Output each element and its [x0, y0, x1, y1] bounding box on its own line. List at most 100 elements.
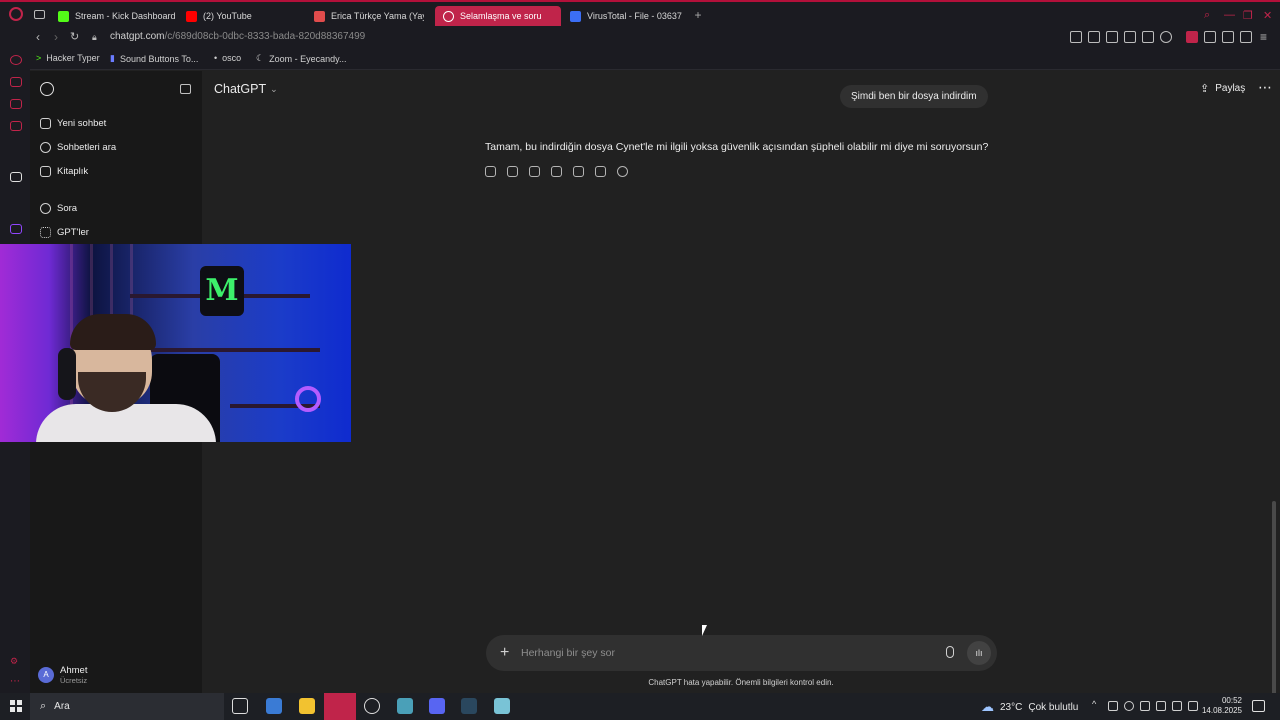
share-icon[interactable]: [1222, 31, 1234, 43]
menu-icon[interactable]: ≡: [1260, 30, 1267, 44]
maximize-icon[interactable]: ❐: [1243, 9, 1253, 22]
bookmark-osco[interactable]: • osco: [214, 53, 241, 63]
more-sidebar-icon[interactable]: ⋯: [10, 676, 20, 687]
clock[interactable]: 00:52 14.08.2025: [1200, 696, 1242, 716]
volume-icon[interactable]: [1188, 701, 1198, 711]
openai-logo-icon[interactable]: [40, 82, 54, 96]
thumbs-down-icon[interactable]: [529, 166, 540, 177]
notification-icon[interactable]: [1252, 700, 1265, 712]
bookmark-label: Sound Buttons To...: [119, 53, 199, 64]
task-view-icon[interactable]: [232, 698, 248, 714]
model-selector[interactable]: ChatGPT ⌄: [214, 82, 278, 96]
pin-icon[interactable]: [1088, 31, 1100, 43]
network-icon[interactable]: [1156, 701, 1166, 711]
user-message: Şimdi ben bir dosya indirdim: [840, 85, 988, 108]
time: 00:52: [1221, 696, 1242, 705]
adblock-icon[interactable]: [1124, 31, 1136, 43]
settings-icon[interactable]: ⚙: [10, 656, 22, 666]
minimize-icon[interactable]: —: [1224, 9, 1235, 21]
workspaces-icon[interactable]: [34, 10, 45, 19]
opera-logo-icon[interactable]: [9, 7, 23, 21]
voice-mode-button[interactable]: ılı: [967, 641, 991, 665]
heart-icon[interactable]: [1160, 31, 1172, 43]
obs-icon[interactable]: [364, 698, 380, 714]
twitch-icon[interactable]: [10, 224, 22, 234]
chevron-up-icon[interactable]: ^: [1092, 699, 1102, 709]
tab-label: Selamlaşma ve soru: [460, 11, 542, 21]
reload-icon[interactable]: ↻: [70, 30, 79, 43]
speaker-icon[interactable]: [1172, 701, 1182, 711]
sidebar-item-library[interactable]: Kitaplık: [40, 166, 88, 177]
url-field[interactable]: chatgpt.com/c/689d08cb-0dbc-8333-bada-82…: [110, 31, 365, 42]
download-icon[interactable]: [1240, 31, 1252, 43]
split-view-icon[interactable]: [1070, 31, 1082, 43]
app-icon[interactable]: [494, 698, 510, 714]
microphone-icon[interactable]: [946, 646, 954, 658]
tab-erica[interactable]: Erica Türkçe Yama (Yayın: [314, 6, 424, 26]
copy-icon[interactable]: [485, 166, 496, 177]
sidebar-item-sora[interactable]: Sora: [40, 203, 77, 214]
forward-icon[interactable]: ›: [54, 30, 58, 44]
cloud-icon: ☁: [981, 699, 994, 714]
opera-taskbar-icon[interactable]: [324, 693, 356, 720]
thumbs-up-icon[interactable]: [507, 166, 518, 177]
sidebar-item-label: Sohbetleri ara: [57, 142, 117, 153]
bookmark-zoom[interactable]: ☾ Zoom - Eyecandy...: [256, 53, 346, 64]
share-icon: ⇪: [1200, 83, 1210, 95]
taskbar-search[interactable]: ⌕ Ara: [30, 693, 224, 720]
file-explorer-icon[interactable]: [299, 698, 315, 714]
messenger-icon[interactable]: [10, 77, 22, 87]
shelf: [150, 348, 320, 352]
app-icon[interactable]: [266, 698, 282, 714]
onedrive-icon[interactable]: [1124, 701, 1134, 711]
discord-icon[interactable]: [429, 698, 445, 714]
scrollbar[interactable]: [1272, 501, 1276, 711]
app-icon[interactable]: [397, 698, 413, 714]
regenerate-icon[interactable]: [617, 166, 628, 177]
bookmark-sound-buttons[interactable]: ▮ Sound Buttons To...: [110, 53, 198, 64]
sidebar-item-new-chat[interactable]: Yeni sohbet: [40, 118, 106, 129]
back-icon[interactable]: ‹: [36, 30, 40, 44]
tab-chatgpt[interactable]: Selamlaşma ve soru: [435, 6, 561, 26]
steam-icon[interactable]: [461, 698, 477, 714]
windows-start-icon[interactable]: [10, 700, 22, 712]
search-tabs-icon[interactable]: ⌕: [1204, 9, 1210, 22]
bookmark-hacker-typer[interactable]: > Hacker Typer: [36, 53, 100, 63]
share-button[interactable]: ⇪ Paylaş: [1200, 82, 1245, 95]
close-icon[interactable]: ✕: [1263, 9, 1272, 22]
read-aloud-icon[interactable]: [551, 166, 562, 177]
snapshot-icon[interactable]: [1106, 31, 1118, 43]
browser-tab-bar: Stream - Kick Dashboard (2) YouTube Eric…: [0, 0, 1280, 28]
ai-icon[interactable]: [10, 172, 22, 182]
tab-youtube[interactable]: (2) YouTube: [186, 6, 296, 26]
bookmarks-bar: > Hacker Typer ▮ Sound Buttons To... • o…: [0, 48, 1280, 70]
new-tab-button[interactable]: +: [692, 9, 704, 21]
share-icon[interactable]: [595, 166, 606, 177]
user-plan: Ücretsiz: [60, 676, 88, 685]
aria-icon[interactable]: [10, 55, 22, 65]
url-path: /c/689d08cb-0dbc-8333-bada-820d88367499: [164, 31, 366, 42]
gmail-icon[interactable]: [10, 121, 22, 131]
instagram-icon[interactable]: [10, 99, 22, 109]
sidebar-item-gpts[interactable]: GPT'ler: [40, 227, 89, 238]
tab-kick[interactable]: Stream - Kick Dashboard: [58, 6, 178, 26]
edit-icon: [40, 118, 51, 129]
sidebar-item-search[interactable]: Sohbetleri ara: [40, 142, 116, 153]
attach-plus-icon[interactable]: +: [500, 644, 509, 662]
tray-icon[interactable]: [1108, 701, 1118, 711]
date: 14.08.2025: [1201, 706, 1242, 715]
player-icon[interactable]: [1142, 31, 1154, 43]
more-options-icon[interactable]: ⋯: [1258, 79, 1272, 96]
tab-virustotal[interactable]: VirusTotal - File - 036372: [570, 6, 682, 26]
user-profile[interactable]: A Ahmet Ücretsiz: [38, 665, 87, 685]
sidebar-toggle-icon[interactable]: [180, 84, 191, 94]
disclaimer: ChatGPT hata yapabilir. Önemli bilgileri…: [648, 678, 834, 687]
extension-badge-icon[interactable]: [1186, 31, 1198, 43]
prompt-input[interactable]: [521, 644, 921, 662]
microphone-tray-icon[interactable]: [1140, 701, 1150, 711]
weather-widget[interactable]: ☁ 23°C Çok bulutlu: [981, 699, 1078, 715]
dot-icon: •: [214, 53, 218, 63]
edit-icon[interactable]: [573, 166, 584, 177]
moon-icon: ☾: [256, 53, 265, 63]
extensions-icon[interactable]: [1204, 31, 1216, 43]
